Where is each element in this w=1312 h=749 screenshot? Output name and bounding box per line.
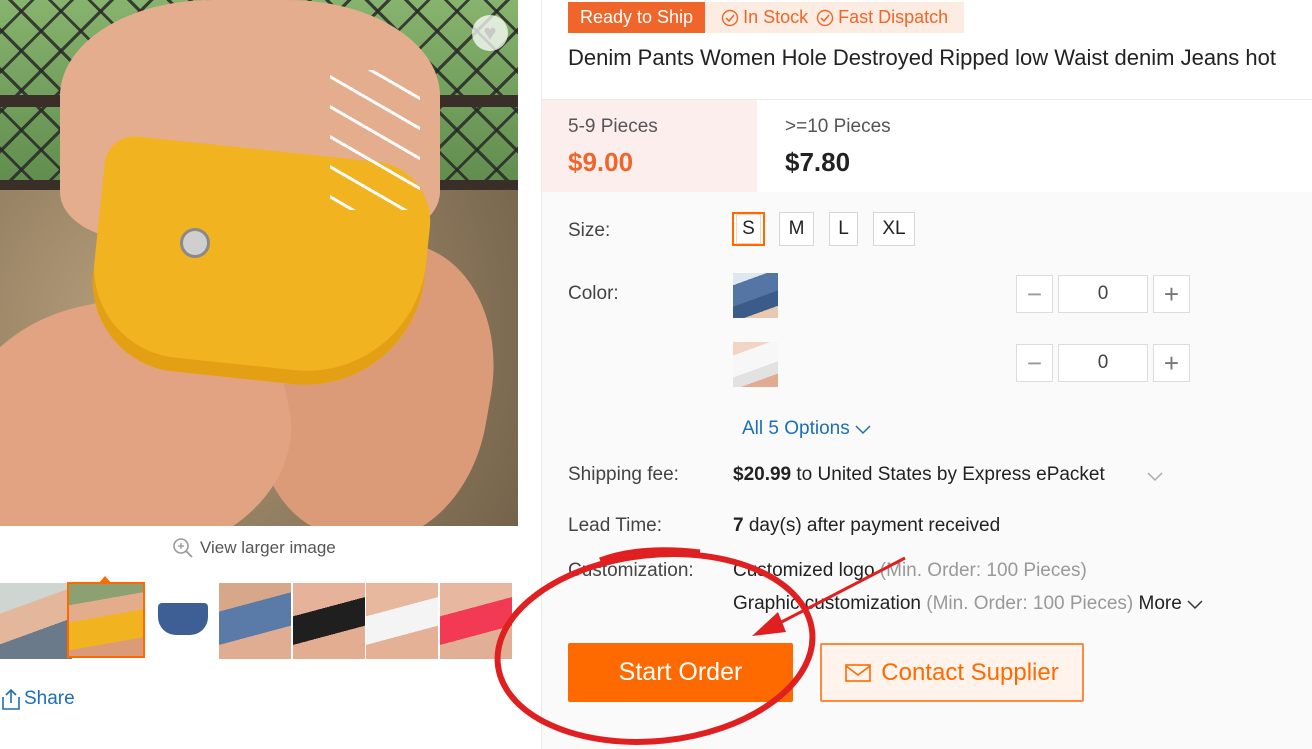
zoom-icon	[173, 538, 193, 558]
size-label: Size:	[568, 220, 611, 241]
customization-line-1: Customized logo (Min. Order: 100 Pieces)	[733, 560, 1087, 582]
product-title: Denim Pants Women Hole Destroyed Ripped …	[568, 45, 1276, 70]
contact-supplier-label: Contact Supplier	[881, 658, 1059, 686]
thumbnail-1[interactable]	[0, 583, 72, 659]
thumbnail-4[interactable]	[219, 583, 291, 659]
customization-line-2: Graphic customization (Min. Order: 100 P…	[733, 593, 1204, 615]
shipping-amount: $20.99	[733, 464, 792, 485]
shipping-fee-label: Shipping fee:	[568, 464, 679, 485]
quantity-input[interactable]	[1058, 275, 1148, 313]
share-label: Share	[24, 688, 75, 709]
customization-label: Customization:	[568, 560, 694, 581]
quantity-input[interactable]	[1058, 344, 1148, 382]
quantity-stepper: − +	[1016, 344, 1190, 382]
all-options-label: All 5 Options	[742, 418, 850, 439]
thumbnail-6[interactable]	[366, 583, 438, 659]
price-tier-2: >=10 Pieces $7.80	[757, 100, 1057, 193]
size-option-s[interactable]: S	[732, 212, 765, 246]
shipping-fee-value: $20.99 to United States by Express ePack…	[733, 464, 1105, 486]
size-option-l[interactable]: L	[829, 212, 858, 246]
heart-icon: ♥	[483, 20, 497, 45]
size-option-m[interactable]: M	[779, 212, 814, 246]
color-label: Color:	[568, 283, 619, 304]
tier-range: >=10 Pieces	[785, 116, 891, 137]
thumbnail-2[interactable]	[67, 582, 145, 658]
color-swatch-blue[interactable]	[733, 273, 778, 318]
quantity-stepper: − +	[1016, 275, 1190, 313]
ready-to-ship-badge: Ready to Ship	[568, 2, 706, 33]
size-option-xl[interactable]: XL	[873, 212, 915, 246]
chevron-down-icon	[1187, 600, 1203, 610]
chevron-down-icon	[855, 425, 871, 435]
custom-logo-text: Customized logo	[733, 560, 875, 581]
thumbnail-5[interactable]	[293, 583, 365, 659]
start-order-button[interactable]: Start Order	[568, 643, 793, 702]
check-circle-icon	[721, 9, 739, 26]
increase-button[interactable]: +	[1153, 344, 1190, 382]
fast-dispatch-label: Fast Dispatch	[838, 7, 949, 27]
color-swatch-white[interactable]	[733, 342, 778, 387]
price-tiers: 5-9 Pieces $9.00 >=10 Pieces $7.80	[542, 99, 1312, 194]
thumbnail-3[interactable]	[146, 583, 218, 659]
share-icon	[2, 688, 20, 710]
tier-price: $7.80	[785, 147, 851, 177]
chevron-down-icon[interactable]	[1146, 470, 1164, 482]
decrease-button[interactable]: −	[1016, 275, 1053, 313]
custom-graphic-min: (Min. Order: 100 Pieces)	[920, 593, 1134, 614]
favorite-button[interactable]: ♥	[472, 15, 508, 51]
tier-range: 5-9 Pieces	[568, 116, 658, 137]
status-badges: Ready to Ship In Stock Fast Dispatch	[568, 2, 965, 33]
lead-time-value: 7 day(s) after payment received	[733, 515, 1000, 537]
custom-logo-min: (Min. Order: 100 Pieces)	[874, 560, 1087, 581]
thumbnail-7[interactable]	[440, 583, 512, 659]
more-label: More	[1138, 593, 1182, 614]
check-circle-icon	[816, 9, 834, 26]
shipping-method: to United States by Express ePacket	[791, 464, 1105, 485]
decrease-button[interactable]: −	[1016, 344, 1053, 382]
view-larger-image-link[interactable]: View larger image	[172, 536, 336, 560]
in-stock-label: In Stock	[743, 7, 809, 27]
stock-dispatch-badge: In Stock Fast Dispatch	[705, 2, 965, 33]
lead-time-text: day(s) after payment received	[743, 515, 1001, 536]
thumbnail-strip	[0, 582, 518, 661]
more-link[interactable]: More	[1139, 593, 1204, 615]
increase-button[interactable]: +	[1153, 275, 1190, 313]
main-product-image[interactable]: ♥	[0, 0, 518, 526]
all-options-link[interactable]: All 5 Options	[742, 418, 872, 440]
lead-days: 7	[733, 515, 744, 536]
lead-time-label: Lead Time:	[568, 515, 662, 536]
tier-price: $9.00	[568, 147, 634, 177]
mail-icon	[845, 663, 872, 682]
price-tier-1: 5-9 Pieces $9.00	[542, 100, 757, 193]
custom-graphic-text: Graphic customization	[733, 593, 921, 614]
share-link[interactable]: Share	[0, 687, 75, 711]
contact-supplier-button[interactable]: Contact Supplier	[820, 643, 1084, 702]
view-larger-label: View larger image	[200, 538, 336, 557]
